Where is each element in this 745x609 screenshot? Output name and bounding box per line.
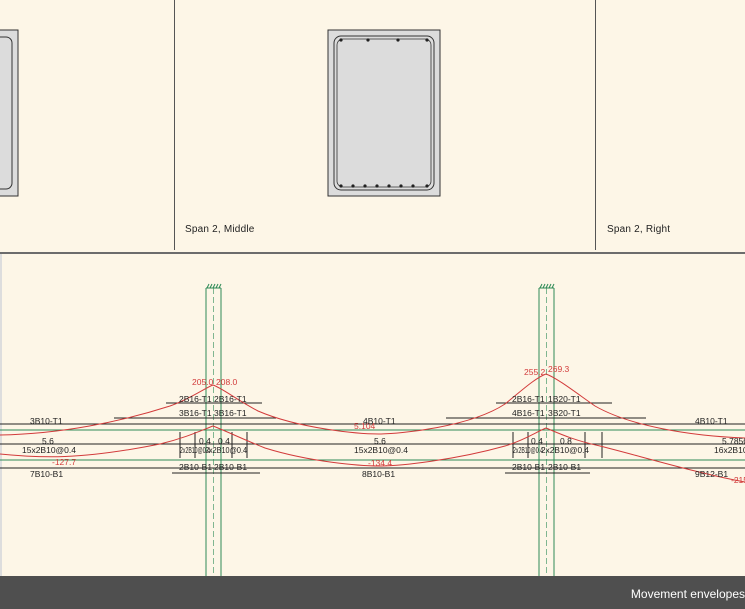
moment-span3-bottom: -215: [731, 475, 745, 485]
rebar-top-span2: 4B10-T1: [363, 416, 396, 426]
beam-elevation[interactable]: 205.0 208.0 255.2 269.3 5.104 -127.7 -13…: [0, 254, 745, 609]
rebar-top-s2-ur: 1B20-T1: [548, 394, 581, 404]
rebar-bot-s2-left: 2B10-B1: [512, 462, 545, 472]
rebar-bot-span3: 9B12-B1: [695, 469, 728, 479]
rebar-top-s1-ul: 2B16-T1: [179, 394, 212, 404]
stirrup-span1: 15x2B10@0.4: [22, 445, 76, 455]
section-divider: [595, 0, 596, 250]
moment-support1b: 208.0: [216, 377, 238, 387]
section-span2-middle[interactable]: [327, 29, 441, 197]
rebar-top-span1: 3B10-T1: [30, 416, 63, 426]
rebar-bot-s2-right: 2B10-B1: [548, 462, 581, 472]
moment-span1-bottom: -127.7: [52, 457, 76, 467]
rebar-top-s2-ul: 2B16-T1: [512, 394, 545, 404]
moment-support2: 255.2: [524, 367, 546, 377]
middle-section-caption: Span 2, Middle: [185, 224, 255, 235]
stirrup-labels: 15x2B10@0.4 2x2B10@0.4 2x2B10@0.4 15x2B1…: [22, 445, 745, 455]
rebar-top-s1-ur: 2B16-T1: [214, 394, 247, 404]
rebar-bot-s1-right: 2B10-B1: [214, 462, 247, 472]
moment-span2-bottom: -134.4: [368, 458, 392, 468]
moment-support1: 205.0: [192, 377, 214, 387]
rebar-top-s2-lr: 3B20-T1: [548, 408, 581, 418]
right-section-caption: Span 2, Right: [607, 224, 671, 235]
rebar-bot-span1: 7B10-B1: [30, 469, 63, 479]
status-bar: Movement envelopes: [0, 576, 745, 609]
stirrup-s2b: 2x2B10@0.4: [541, 445, 589, 455]
moment-support2b: 269.3: [548, 364, 570, 374]
status-text: Movement envelopes: [630, 587, 745, 601]
section-span2-left[interactable]: [0, 29, 19, 197]
stirrup-span2: 15x2B10@0.4: [354, 445, 408, 455]
rebar-top-s1-lr: 3B16-T1: [214, 408, 247, 418]
cross-section-drawings: [0, 29, 441, 197]
stirrup-span3: 16x2B10: [714, 445, 745, 455]
rebar-top-s1-ll: 3B16-T1: [179, 408, 212, 418]
top-rebar-labels: 3B10-T1 2B16-T1 2B16-T1 3B16-T1 3B16-T1 …: [30, 394, 728, 426]
cross-section-panel: Span 2, Middle Span 2, Right: [0, 0, 745, 252]
rebar-top-span3: 4B10-T1: [695, 416, 728, 426]
stirrup-s1b: 2x2B10@0.4: [205, 445, 247, 455]
rebar-bot-s1-left: 2B10-B1: [179, 462, 212, 472]
drawing-window: Span 2, Middle Span 2, Right 205.0 208.0…: [0, 0, 745, 609]
stirrup-s2a: 2x2B10@0.4: [513, 445, 543, 455]
rebar-bot-span2: 8B10-B1: [362, 469, 395, 479]
section-divider: [174, 0, 175, 250]
rebar-top-s2-ll: 4B16-T1: [512, 408, 545, 418]
